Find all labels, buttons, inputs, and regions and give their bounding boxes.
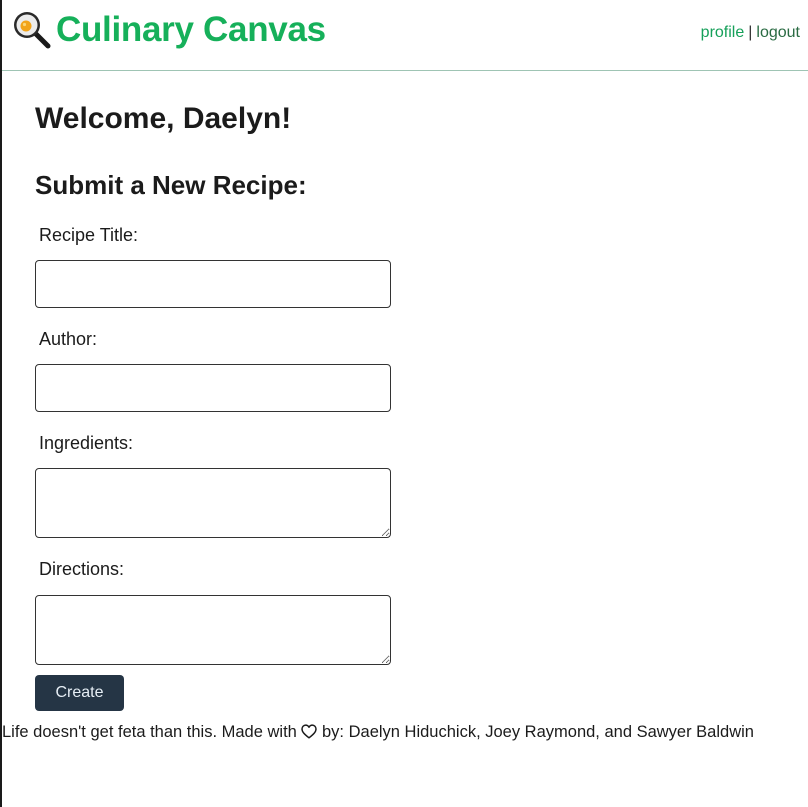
ingredients-textarea[interactable] — [35, 468, 391, 538]
brand: Culinary Canvas — [12, 10, 326, 50]
recipe-form: Recipe Title: Author: Ingredients: Direc… — [35, 224, 455, 711]
form-title: Submit a New Recipe: — [35, 170, 307, 200]
recipe-title-label: Recipe Title: — [39, 225, 139, 245]
page: Culinary Canvas profile | logout Welcome, … — [0, 0, 808, 807]
author-input[interactable] — [35, 364, 391, 412]
frying-pan-egg-icon — [12, 10, 52, 50]
author-label: Author: — [39, 329, 98, 349]
footer-text-end: by: Daelyn Hiduchick, Joey Raymond, and … — [317, 723, 754, 741]
logout-link[interactable]: logout — [756, 24, 800, 41]
footer-text-start: Life doesn't get feta than this. Made wi… — [2, 723, 302, 741]
footer: Life doesn't get feta than this. Made wi… — [2, 721, 808, 745]
directions-label: Directions: — [39, 559, 125, 579]
recipe-title-input[interactable] — [35, 260, 391, 308]
create-button[interactable]: Create — [35, 675, 124, 711]
main-content: Welcome, Daelyn! Submit a New Recipe: Re… — [35, 100, 455, 711]
nav-separator: | — [748, 24, 753, 41]
directions-textarea[interactable] — [35, 595, 391, 665]
header: Culinary Canvas profile | logout — [2, 0, 808, 71]
ingredients-label: Ingredients: — [39, 433, 134, 453]
brand-title[interactable]: Culinary Canvas — [56, 10, 326, 50]
welcome-heading: Welcome, Daelyn! — [35, 102, 292, 135]
top-nav: profile | logout — [701, 24, 800, 42]
heart-outline-icon — [301, 723, 318, 745]
profile-link[interactable]: profile — [701, 24, 745, 41]
